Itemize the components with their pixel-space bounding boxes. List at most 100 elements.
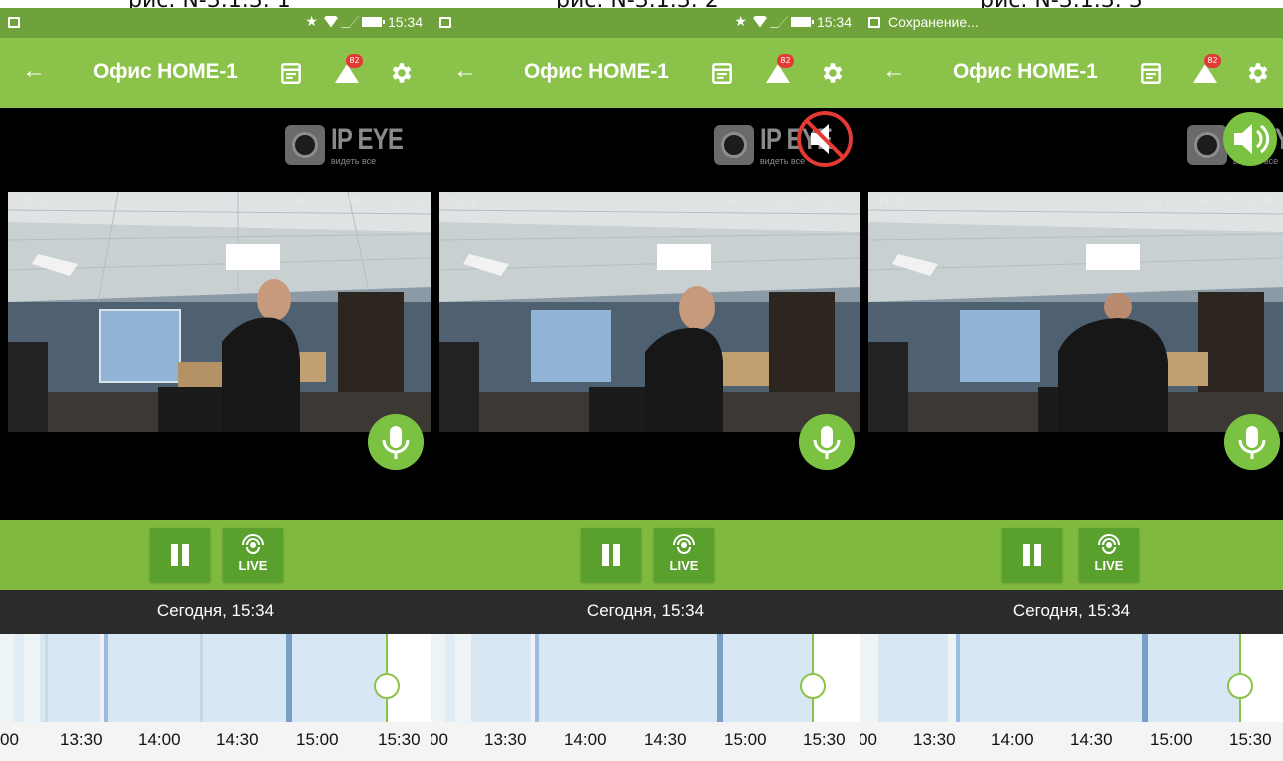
back-arrow-icon[interactable]: ← [882, 59, 906, 83]
date-label: Сегодня, 15:34 [1012, 601, 1131, 620]
time-tick: 14:30 [1070, 730, 1113, 749]
microphone-button[interactable] [799, 414, 855, 470]
alerts-button[interactable]: 82 [1192, 54, 1221, 86]
wifi-icon [752, 15, 767, 28]
date-label: Сегодня, 15:34 [156, 601, 275, 620]
osd-brand: IPEYE [12, 196, 48, 207]
camera-frame: IPEYE 2017-12-06 15:20:56 [868, 192, 1283, 432]
time-tick: 15:30 [803, 730, 846, 749]
video-player[interactable]: IP EYEвидеть все [0, 108, 431, 520]
archive-timeline[interactable] [431, 634, 860, 722]
gear-icon[interactable] [388, 60, 414, 86]
star-icon: ★ [734, 13, 747, 29]
osd-timestamp: 2017-12-06 15:20:56 [1143, 196, 1277, 207]
back-arrow-icon[interactable]: ← [22, 59, 46, 83]
playhead-handle [374, 673, 400, 699]
ipeye-logo-icon [284, 125, 325, 165]
ipeye-logo-icon [1186, 125, 1227, 165]
camera-title: Офис HOME-1 [953, 60, 1098, 83]
alerts-button[interactable]: 82 [334, 54, 363, 86]
time-tick: 13:30 [484, 730, 527, 749]
archive-timeline[interactable] [860, 634, 1283, 722]
microphone-button[interactable] [368, 414, 424, 470]
status-bar: ★ 15:34 [431, 8, 860, 38]
phone-screen-1: ★ 15:34 ← Офис HOME-1 82 IP EYE видеть вс… [0, 8, 431, 761]
time-tick: 15:00 [296, 730, 339, 749]
gear-icon[interactable] [819, 60, 845, 86]
live-button[interactable]: LIVE [223, 528, 283, 582]
time-tick: 00 [431, 730, 448, 749]
star-icon: ★ [305, 13, 318, 29]
calendar-icon[interactable] [278, 60, 304, 86]
alerts-button[interactable]: 82 [765, 54, 794, 86]
sound-on-icon[interactable] [1222, 111, 1278, 167]
pause-button[interactable] [581, 528, 641, 582]
time-tick: 14:00 [138, 730, 181, 749]
broadcast-icon [242, 534, 264, 554]
time-tick: 15:30 [1229, 730, 1272, 749]
date-bar: Сегодня, 15:34 [431, 590, 860, 634]
app-bar: ← Офис HOME-1 82 [0, 38, 431, 108]
time-tick: 13:30 [913, 730, 956, 749]
pause-icon-bar [613, 544, 620, 566]
pause-icon [1023, 544, 1030, 566]
date-bar: Сегодня, 15:34 [0, 590, 431, 634]
app-bar: ← Офис HOME-1 82 [431, 38, 860, 108]
battery-icon [790, 16, 814, 27]
sound-muted-icon[interactable] [797, 111, 853, 167]
figure-captions: рис. N-3.1.3. 1 рис. N-3.1.3. 2 рис. N-3… [0, 0, 1283, 13]
live-button[interactable]: LIVE [654, 528, 714, 582]
calendar-icon[interactable] [709, 60, 735, 86]
time-axis: 00 13:30 14:00 14:30 15:00 15:30 [431, 722, 860, 761]
time-axis: 00 13:30 14:00 14:30 15:00 15:30 [0, 722, 431, 761]
back-arrow-icon[interactable]: ← [453, 59, 477, 83]
ipeye-logo: IP EYEвидеть все [284, 122, 421, 168]
timeline-strip [860, 634, 1283, 722]
signal-icon [340, 15, 360, 28]
video-player[interactable]: IP EYEвидеть все [431, 108, 860, 520]
pause-icon [171, 544, 178, 566]
office-scene-image [439, 192, 860, 432]
alert-count-badge: 82 [1204, 54, 1221, 68]
time-tick: 13:30 [60, 730, 103, 749]
battery-icon [361, 16, 385, 27]
video-player[interactable]: IP EYEвидеть все [860, 108, 1283, 520]
gallery-notification-icon [8, 17, 20, 28]
ipeye-logo-icon [713, 125, 754, 165]
status-time: 15:34 [816, 13, 852, 30]
pause-icon-bar [182, 544, 189, 566]
live-label: LIVE [238, 558, 268, 573]
status-bar: Сохранение... [860, 8, 1283, 38]
live-button[interactable]: LIVE [1079, 528, 1139, 582]
app-bar: ← Офис HOME-1 82 [860, 38, 1283, 108]
pause-button[interactable] [1002, 528, 1062, 582]
signal-icon [769, 15, 789, 28]
gear-icon[interactable] [1244, 60, 1270, 86]
phone-screen-3: Сохранение... ← Офис HOME-1 82 IP EYEвид… [860, 8, 1283, 761]
time-tick: 00 [860, 730, 877, 749]
date-bar: Сегодня, 15:34 [860, 590, 1283, 634]
timeline-strip [0, 634, 431, 722]
time-tick: 14:30 [216, 730, 259, 749]
playback-controls: LIVE [0, 520, 431, 590]
timeline-strip [431, 634, 860, 722]
archive-timeline[interactable] [0, 634, 431, 722]
time-tick: 15:00 [1150, 730, 1193, 749]
camera-frame: IPEYE 2017-12-06 15:20:54 [439, 192, 860, 432]
osd-timestamp: 2017-12-06 15:20:54 [720, 196, 854, 207]
pause-icon [602, 544, 609, 566]
osd-brand: IPEYE [872, 196, 908, 207]
time-tick: 14:00 [991, 730, 1034, 749]
office-scene-image [868, 192, 1283, 432]
time-tick: 15:00 [724, 730, 767, 749]
office-scene-image [8, 192, 431, 432]
osd-brand: IPEYE [443, 196, 479, 207]
alert-count-badge: 82 [777, 54, 794, 68]
pause-button[interactable] [150, 528, 210, 582]
calendar-icon[interactable] [1138, 60, 1164, 86]
gallery-notification-icon [868, 17, 880, 28]
camera-title: Офис HOME-1 [93, 60, 238, 83]
time-tick: 14:30 [644, 730, 687, 749]
microphone-button[interactable] [1224, 414, 1280, 470]
pause-icon-bar [1034, 544, 1041, 566]
